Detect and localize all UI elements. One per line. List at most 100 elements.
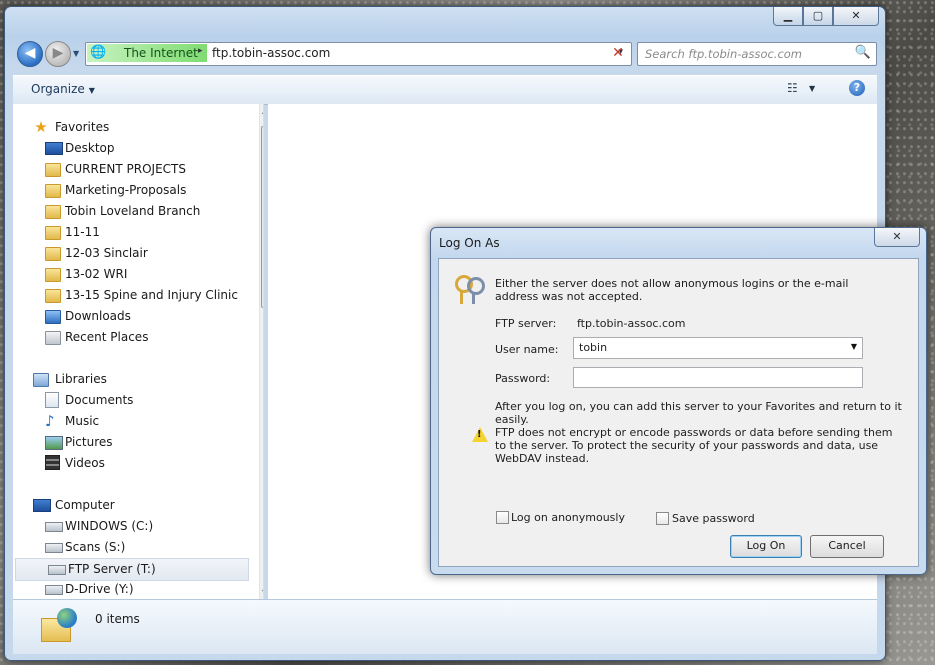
folder-icon [45,226,61,240]
nav-item-d-drive-y[interactable]: D-Drive (Y:) [13,579,249,599]
nav-label: Libraries [55,372,107,386]
recent-pages-dropdown-icon[interactable]: ▼ [73,49,79,58]
breadcrumb-internet[interactable]: The Internet [124,46,198,60]
breadcrumb-separator-icon[interactable]: ▸ [198,46,203,56]
log-on-button[interactable]: Log On [730,535,802,558]
nav-item-13-15-spine[interactable]: 13-15 Spine and Injury Clinic [13,285,249,306]
nav-item-videos[interactable]: Videos [13,453,249,474]
minimize-button[interactable]: ▁ [773,7,803,26]
chevron-down-icon[interactable]: ▼ [851,342,857,351]
folder-icon [45,205,61,219]
password-label: Password: [495,372,551,385]
nav-scrollbar[interactable]: ▲ ▼ [259,104,263,599]
nav-label: 11-11 [65,225,100,239]
nav-label: Downloads [65,309,131,323]
nav-item-recent-places[interactable]: Recent Places [13,327,249,348]
nav-item-desktop[interactable]: Desktop [13,138,249,159]
favorites-hint: After you log on, you can add this serve… [495,400,902,426]
music-icon: ♪ [45,412,55,430]
nav-label: Videos [65,456,105,470]
nav-item-13-02-wri[interactable]: 13-02 WRI [13,264,249,285]
save-password-checkbox[interactable] [656,512,669,525]
nav-item-pictures[interactable]: Pictures [13,432,249,453]
nav-libraries[interactable]: Libraries [13,369,249,390]
view-options-dropdown-icon[interactable]: ▼ [809,84,815,93]
documents-icon [45,392,59,408]
address-bar[interactable]: 🌐 The Internet ▸ ftp.tobin-assoc.com ▾ [85,42,632,66]
videos-icon [45,455,60,470]
window-controls: ▁ ▢ ✕ [773,7,879,26]
nav-item-scans-s[interactable]: Scans (S:) [13,537,249,558]
dialog-title: Log On As [439,236,500,250]
search-icon[interactable]: 🔍 [855,45,871,60]
nav-label: CURRENT PROJECTS [65,162,187,176]
recent-places-icon [45,331,61,345]
nav-item-windows-c[interactable]: WINDOWS (C:) [13,516,249,537]
nav-label: FTP Server (T:) [68,562,156,576]
nav-item-11-11[interactable]: 11-11 [13,222,249,243]
nav-item-music[interactable]: ♪ Music [13,411,249,432]
help-icon[interactable]: ? [849,80,865,96]
details-pane: 0 items [13,599,877,654]
anonymous-label[interactable]: Log on anonymously [511,511,625,524]
nav-item-marketing-proposals[interactable]: Marketing-Proposals [13,180,249,201]
username-combobox[interactable]: tobin ▼ [573,337,863,359]
ftp-server-label: FTP server: [495,317,557,330]
breadcrumb-ftp-server[interactable]: ftp.tobin-assoc.com [212,46,330,60]
ftp-server-value: ftp.tobin-assoc.com [577,317,686,330]
navigation-bar: ◀ ▶ ▼ 🌐 The Internet ▸ ftp.tobin-assoc.c… [15,41,877,69]
organize-button[interactable]: Organize ▼ [31,82,95,96]
anonymous-checkbox[interactable] [496,511,509,524]
globe-icon: 🌐 [90,45,107,60]
nav-label: D-Drive (Y:) [65,582,134,596]
dialog-body: Either the server does not allow anonymo… [438,258,919,567]
chevron-down-icon: ▼ [88,86,95,95]
pictures-icon [45,436,63,450]
nav-label: Tobin Loveland Branch [65,204,201,218]
nav-label: 13-15 Spine and Injury Clinic [65,288,238,302]
scroll-down-icon[interactable]: ▼ [262,588,263,597]
cancel-button[interactable]: Cancel [810,535,884,558]
nav-item-downloads[interactable]: Downloads [13,306,249,327]
stop-icon[interactable]: ✕ [608,42,628,64]
folder-icon [45,163,61,177]
nav-computer[interactable]: Computer [13,495,249,516]
logon-message: Either the server does not allow anonymo… [495,277,849,303]
close-button[interactable]: ✕ [833,7,879,26]
nav-label: 13-02 WRI [65,267,128,281]
username-value[interactable]: tobin [579,341,607,354]
nav-label: Music [65,414,100,428]
password-field[interactable] [573,367,863,388]
network-drive-icon [48,565,66,575]
folder-icon [45,247,61,261]
folder-icon [45,289,61,303]
nav-item-ftp-server-t[interactable]: FTP Server (T:) [15,558,249,581]
scrollbar-thumb[interactable] [261,126,263,308]
security-warning: FTP does not encrypt or encode passwords… [495,426,893,465]
drive-icon [45,522,63,532]
nav-label: Marketing-Proposals [65,183,187,197]
nav-item-tobin-loveland[interactable]: Tobin Loveland Branch [13,201,249,222]
dialog-close-button[interactable]: ✕ [874,228,920,247]
network-drive-icon [45,585,63,595]
nav-label: Computer [55,498,115,512]
search-box[interactable]: Search ftp.tobin-assoc.com 🔍 [637,42,877,66]
change-view-icon[interactable]: ☷ [787,81,798,95]
back-button[interactable]: ◀ [17,41,43,67]
scroll-up-icon[interactable]: ▲ [262,106,263,115]
save-password-label[interactable]: Save password [672,512,755,525]
nav-favorites[interactable]: ★ Favorites [13,117,249,138]
nav-label: Scans (S:) [65,540,126,554]
ftp-folder-icon [41,608,77,644]
libraries-icon [33,373,49,387]
forward-button[interactable]: ▶ [45,41,71,67]
maximize-button[interactable]: ▢ [803,7,833,26]
command-bar: Organize ▼ ☷ ▼ ? [13,75,877,105]
nav-item-documents[interactable]: Documents [13,390,249,411]
nav-item-12-03-sinclair[interactable]: 12-03 Sinclair [13,243,249,264]
nav-label: Pictures [65,435,113,449]
nav-item-current-projects[interactable]: CURRENT PROJECTS [13,159,249,180]
star-icon: ★ [34,118,48,136]
nav-label: Recent Places [65,330,149,344]
keys-icon [453,273,485,304]
